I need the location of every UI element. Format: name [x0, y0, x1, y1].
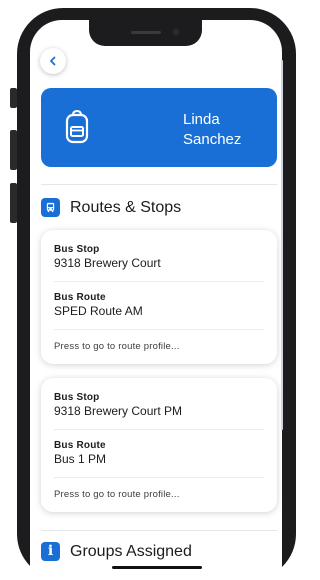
- route-card[interactable]: Bus Stop 9318 Brewery Court Bus Route SP…: [41, 230, 277, 364]
- bus-stop-label: Bus Stop: [54, 244, 100, 255]
- volume-down-button: [10, 183, 17, 223]
- back-button[interactable]: [40, 48, 66, 74]
- bus-stop-row: Bus Stop 9318 Brewery Court PM: [54, 392, 264, 418]
- home-indicator[interactable]: [112, 566, 202, 569]
- bus-stop-label: Bus Stop: [54, 392, 100, 403]
- student-name: Linda Sanchez: [183, 110, 263, 150]
- card-divider: [54, 329, 264, 330]
- bus-route-label: Bus Route: [54, 440, 106, 451]
- card-divider: [54, 477, 264, 478]
- routes-section-title: Routes & Stops: [70, 198, 182, 216]
- bus-stop-value: 9318 Brewery Court: [54, 256, 161, 270]
- back-chevron-icon: [50, 56, 56, 66]
- bus-icon: [41, 198, 60, 217]
- bus-route-row: Bus Route SPED Route AM: [54, 292, 264, 318]
- route-card[interactable]: Bus Stop 9318 Brewery Court PM Bus Route…: [41, 378, 277, 512]
- bus-route-label: Bus Route: [54, 292, 106, 303]
- groups-section-title: Groups Assigned: [70, 542, 192, 560]
- card-divider: [54, 429, 264, 430]
- card-divider: [54, 281, 264, 282]
- bus-route-value: Bus 1 PM: [54, 452, 107, 466]
- route-profile-hint: Press to go to route profile...: [54, 341, 180, 352]
- app-screen: Linda Sanchez Routes & Stops Bus Stop 93…: [30, 20, 282, 580]
- bus-route-row: Bus Route Bus 1 PM: [54, 440, 264, 466]
- bus-route-value: SPED Route AM: [54, 304, 143, 318]
- backpack-icon: [65, 110, 89, 144]
- scrollbar[interactable]: [281, 60, 283, 430]
- phone-notch: [89, 20, 202, 46]
- volume-up-button: [10, 130, 17, 170]
- speaker-grille: [131, 31, 161, 34]
- routes-section-header: Routes & Stops: [41, 198, 181, 217]
- profile-header-card: Linda Sanchez: [41, 88, 277, 167]
- bus-stop-value: 9318 Brewery Court PM: [54, 404, 183, 418]
- info-icon: i: [41, 542, 60, 561]
- front-camera: [173, 29, 179, 35]
- groups-section-header: i Groups Assigned: [41, 542, 192, 561]
- route-profile-hint: Press to go to route profile...: [54, 489, 180, 500]
- student-first-name: Linda: [183, 111, 220, 128]
- bus-stop-row: Bus Stop 9318 Brewery Court: [54, 244, 264, 270]
- section-divider: [41, 184, 277, 185]
- section-divider: [41, 530, 277, 531]
- mute-switch: [10, 88, 17, 108]
- student-last-name: Sanchez: [183, 131, 242, 148]
